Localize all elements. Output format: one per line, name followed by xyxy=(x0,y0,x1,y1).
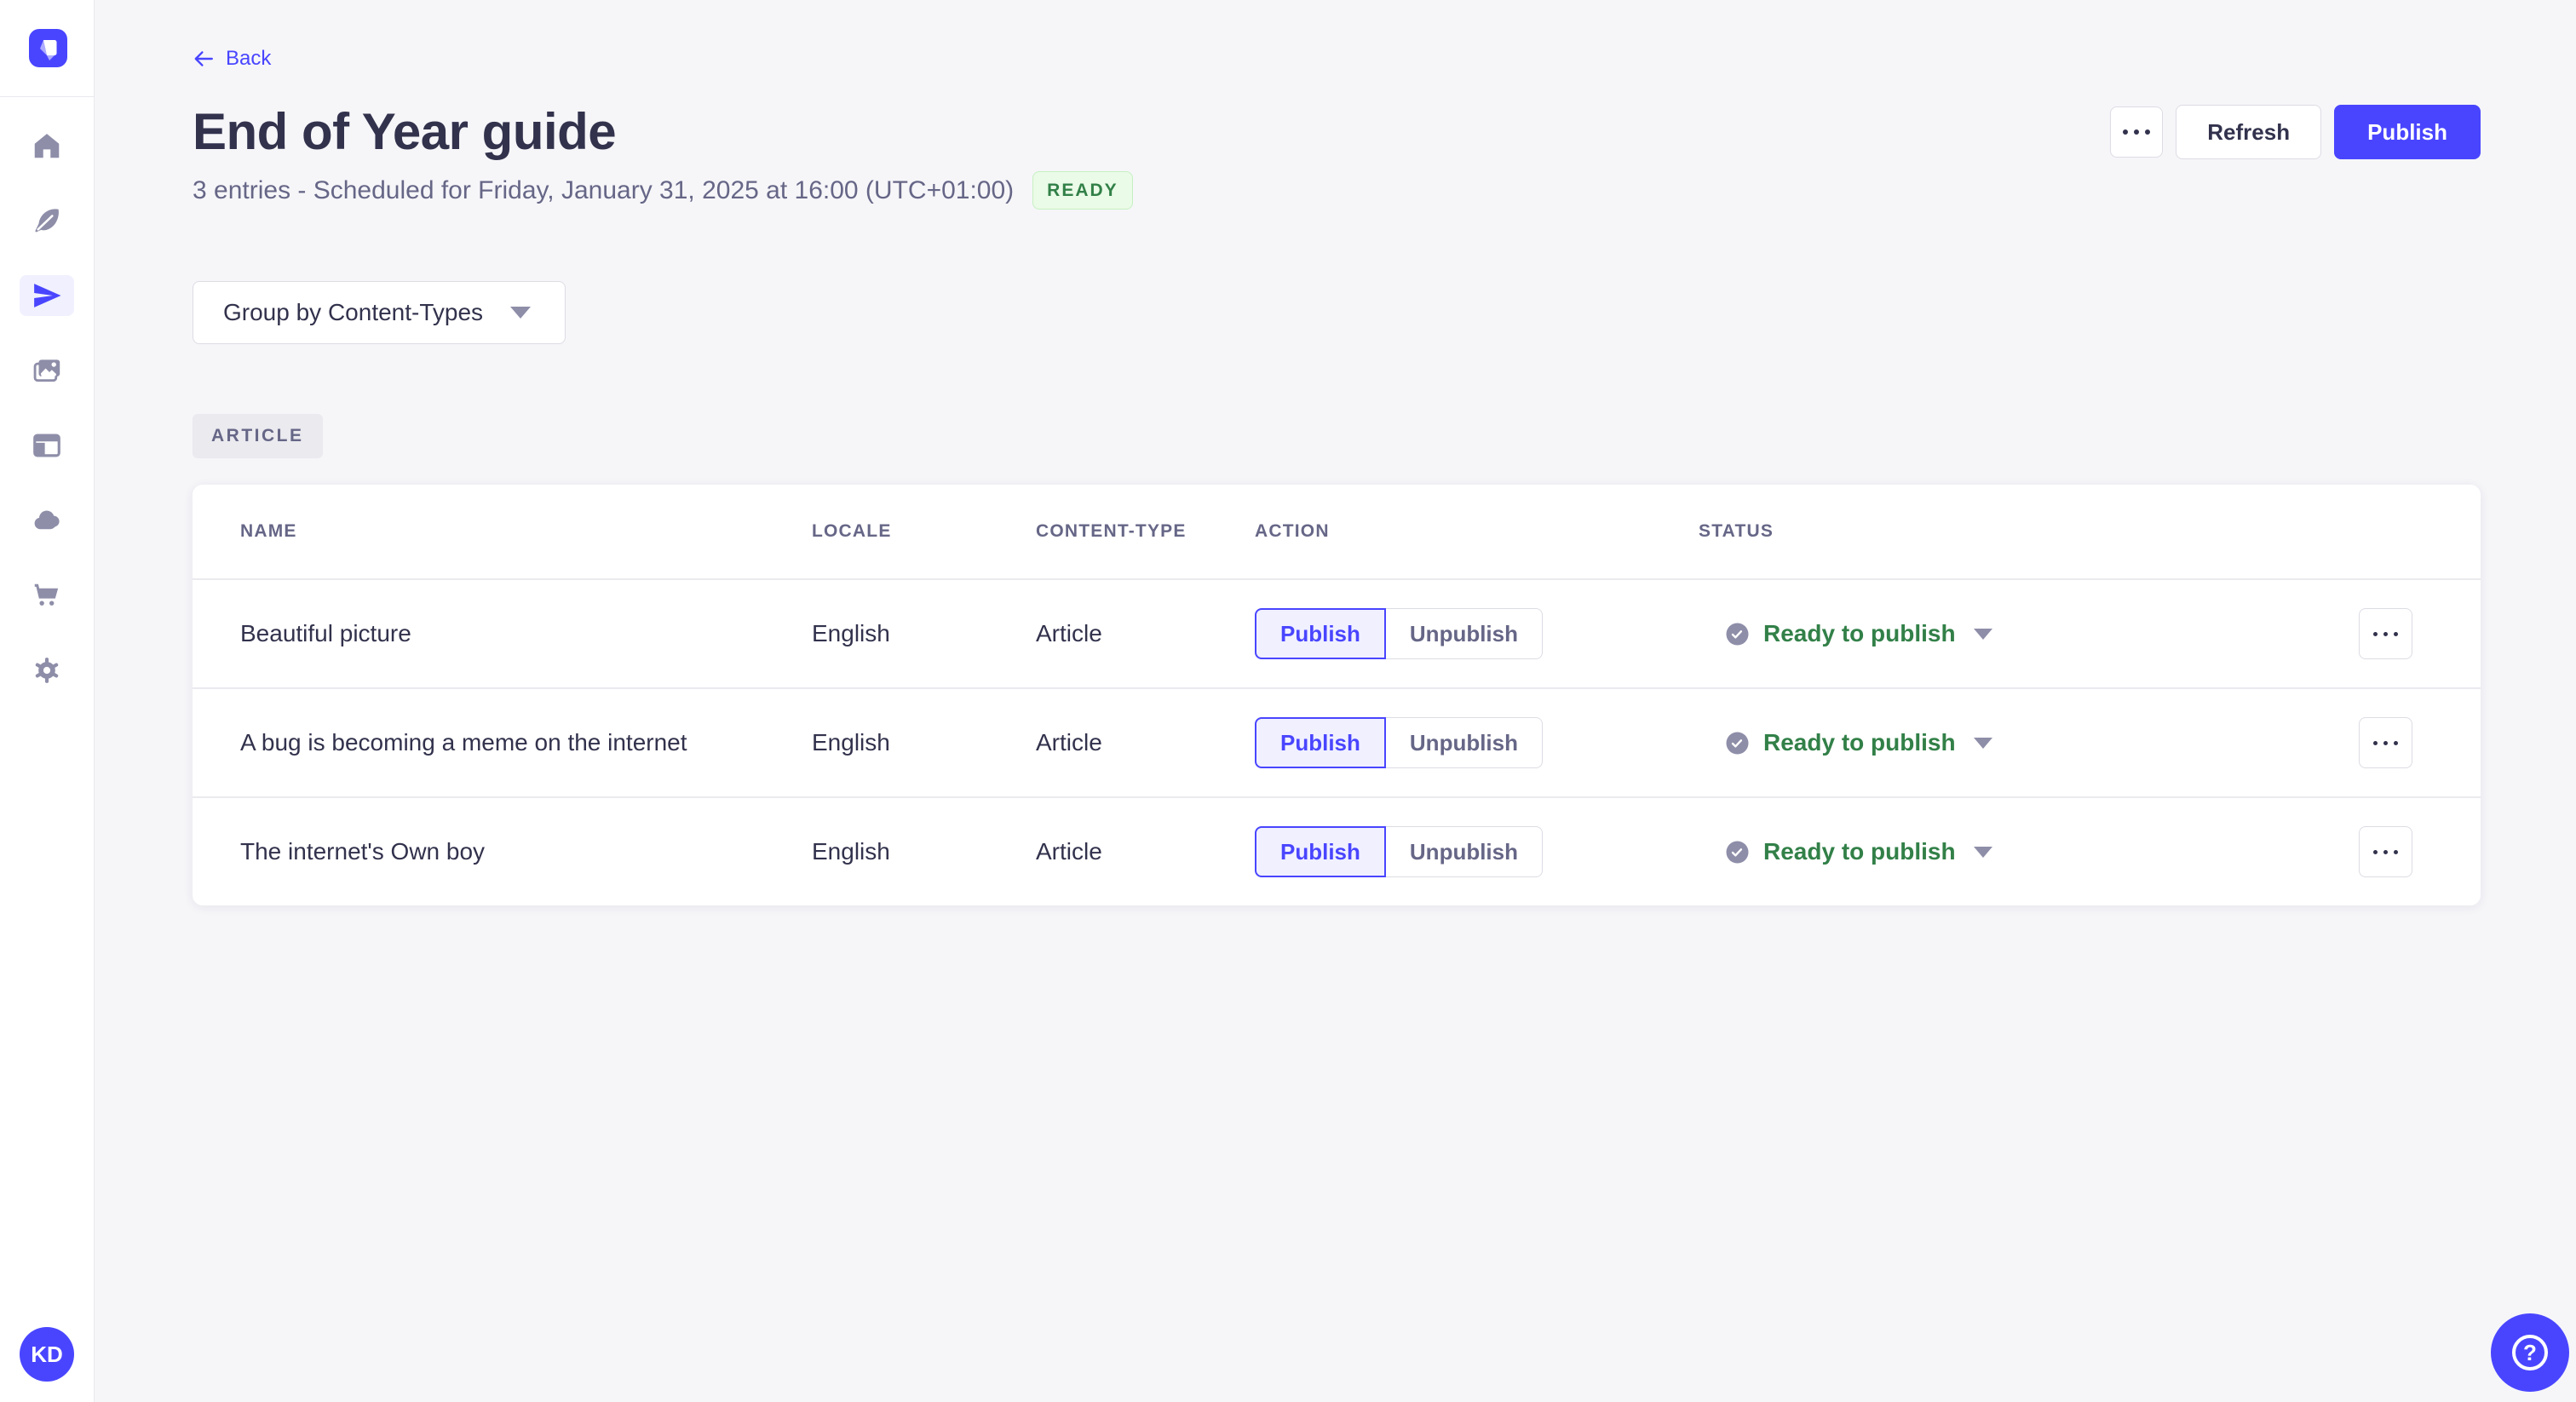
column-header-name: NAME xyxy=(240,521,297,541)
entry-name: The internet's Own boy xyxy=(240,838,486,865)
strapi-logo-icon xyxy=(40,40,57,60)
table-row: Beautiful picture English Article Publis… xyxy=(193,578,2481,687)
strapi-logo[interactable] xyxy=(29,29,67,67)
table-row: The internet's Own boy English Article P… xyxy=(193,796,2481,905)
main-content: Back End of Year guide Refresh Publish 3… xyxy=(95,0,2576,905)
sidebar-item-home[interactable] xyxy=(0,108,94,183)
avatar[interactable]: KD xyxy=(20,1327,74,1382)
more-options-button[interactable] xyxy=(2110,106,2164,158)
chevron-down-icon xyxy=(1973,628,1992,640)
title-row: End of Year guide Refresh Publish xyxy=(193,103,2481,161)
action-toggle: Publish Unpublish xyxy=(1255,717,1699,768)
column-header-action: ACTION xyxy=(1255,521,1330,541)
table-row: A bug is becoming a meme on the internet… xyxy=(193,687,2481,796)
entry-status[interactable]: Ready to publish xyxy=(1699,838,2358,865)
layout-icon xyxy=(20,425,74,466)
publish-release-button[interactable]: Publish xyxy=(2334,105,2481,159)
sidebar-item-deploy[interactable] xyxy=(0,483,94,558)
action-toggle: Publish Unpublish xyxy=(1255,608,1699,659)
header-actions: Refresh Publish xyxy=(2110,105,2481,159)
row-more-button[interactable] xyxy=(2359,717,2412,768)
feather-icon xyxy=(20,200,74,241)
release-subtitle: 3 entries - Scheduled for Friday, Januar… xyxy=(193,175,1015,204)
group-by-select[interactable]: Group by Content-Types xyxy=(193,281,566,344)
ellipsis-icon xyxy=(2123,129,2151,135)
entry-content-type: Article xyxy=(1036,838,1102,865)
entry-content-type: Article xyxy=(1036,620,1102,646)
sidebar-nav xyxy=(0,108,94,708)
page-title: End of Year guide xyxy=(193,103,617,160)
status-badge: READY xyxy=(1032,171,1133,210)
chevron-down-icon xyxy=(1973,737,1992,749)
subtitle-row: 3 entries - Scheduled for Friday, Januar… xyxy=(193,171,2481,210)
ellipsis-icon xyxy=(2373,631,2398,636)
cart-icon xyxy=(20,575,74,616)
entry-content-type: Article xyxy=(1036,729,1102,756)
unpublish-toggle-button[interactable]: Unpublish xyxy=(1385,608,1543,659)
sidebar-item-media-library[interactable] xyxy=(0,333,94,408)
sidebar-item-content-type-builder[interactable] xyxy=(0,408,94,483)
arrow-left-icon xyxy=(194,51,213,66)
entry-locale: English xyxy=(812,620,890,646)
unpublish-toggle-button[interactable]: Unpublish xyxy=(1385,717,1543,768)
ellipsis-icon xyxy=(2373,849,2398,854)
sidebar-item-marketplace[interactable] xyxy=(0,558,94,633)
sidebar-item-content-manager[interactable] xyxy=(0,183,94,258)
entry-status-label: Ready to publish xyxy=(1763,620,1956,646)
check-circle-icon xyxy=(1726,732,1749,754)
sidebar: KD xyxy=(0,0,95,1402)
paper-plane-icon xyxy=(20,275,74,316)
check-circle-icon xyxy=(1726,841,1749,863)
images-icon xyxy=(20,350,74,391)
back-link[interactable]: Back xyxy=(193,47,271,71)
table-header-row: NAME LOCALE CONTENT-TYPE ACTION STATUS xyxy=(193,485,2481,578)
entry-status[interactable]: Ready to publish xyxy=(1699,620,2358,647)
sidebar-item-settings[interactable] xyxy=(0,633,94,708)
entry-name: A bug is becoming a meme on the internet xyxy=(240,729,687,756)
help-button[interactable]: ? xyxy=(2491,1313,2569,1392)
chevron-down-icon xyxy=(510,307,531,319)
publish-toggle-button[interactable]: Publish xyxy=(1255,717,1386,768)
row-more-button[interactable] xyxy=(2359,608,2412,659)
row-more-button[interactable] xyxy=(2359,826,2412,877)
entry-status[interactable]: Ready to publish xyxy=(1699,729,2358,756)
question-mark-icon: ? xyxy=(2512,1335,2548,1370)
column-header-content-type: CONTENT-TYPE xyxy=(1036,521,1187,541)
entry-status-label: Ready to publish xyxy=(1763,729,1956,756)
sidebar-divider xyxy=(0,96,94,97)
back-label: Back xyxy=(226,47,272,70)
avatar-initials: KD xyxy=(31,1341,63,1367)
column-header-status: STATUS xyxy=(1699,521,1774,541)
entry-locale: English xyxy=(812,838,890,865)
column-header-locale: LOCALE xyxy=(812,521,892,541)
action-toggle: Publish Unpublish xyxy=(1255,826,1699,877)
sidebar-item-releases[interactable] xyxy=(0,258,94,333)
ellipsis-icon xyxy=(2373,740,2398,745)
refresh-button[interactable]: Refresh xyxy=(2176,105,2322,159)
chevron-down-icon xyxy=(1973,846,1992,858)
entries-table-card: NAME LOCALE CONTENT-TYPE ACTION STATUS B… xyxy=(193,485,2481,905)
home-icon xyxy=(20,125,74,166)
content-type-group-badge: ARTICLE xyxy=(193,414,323,458)
entry-locale: English xyxy=(812,729,890,756)
publish-toggle-button[interactable]: Publish xyxy=(1255,608,1386,659)
cloud-icon xyxy=(20,500,74,541)
publish-toggle-button[interactable]: Publish xyxy=(1255,826,1386,877)
unpublish-toggle-button[interactable]: Unpublish xyxy=(1385,826,1543,877)
entry-status-label: Ready to publish xyxy=(1763,838,1956,865)
gear-icon xyxy=(20,650,74,691)
check-circle-icon xyxy=(1726,623,1749,645)
entry-name: Beautiful picture xyxy=(240,620,411,646)
group-by-value: Group by Content-Types xyxy=(223,299,484,325)
